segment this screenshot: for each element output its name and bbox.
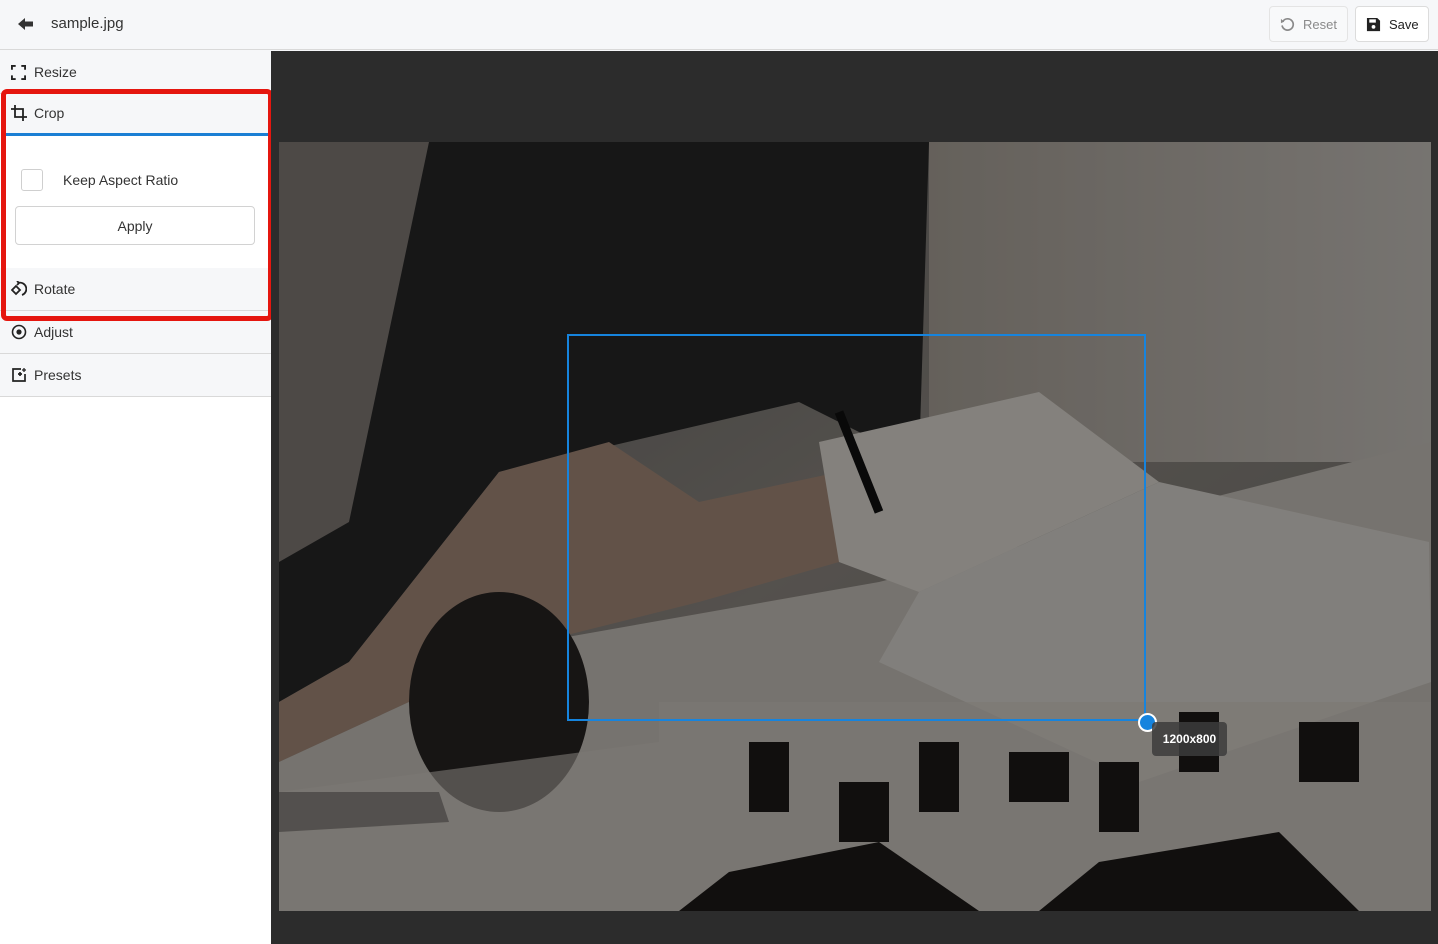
sidebar-item-crop[interactable]: Crop (5, 92, 268, 136)
reset-button[interactable]: Reset (1269, 6, 1348, 42)
sidebar-item-label: Crop (34, 104, 65, 121)
keep-aspect-ratio-label: Keep Aspect Ratio (63, 172, 179, 188)
save-label: Save (1389, 16, 1419, 32)
sidebar-item-label: Resize (34, 64, 77, 80)
floppy-disk-icon (1366, 16, 1381, 32)
file-name: sample.jpg (51, 15, 124, 32)
save-button[interactable]: Save (1355, 6, 1429, 42)
reset-icon (1280, 16, 1295, 32)
rotate-icon (10, 281, 27, 298)
presets-icon (10, 367, 27, 384)
sidebar-item-resize[interactable]: Resize (0, 51, 271, 94)
crop-selection[interactable] (567, 334, 1146, 721)
sidebar-item-label: Rotate (34, 281, 76, 297)
resize-icon (10, 64, 27, 81)
adjust-icon (10, 324, 27, 341)
crop-panel: Crop Keep Aspect Ratio Apply (5, 92, 268, 266)
crop-icon (10, 104, 27, 121)
reset-label: Reset (1303, 16, 1337, 32)
tools-sidebar: Resize Crop Keep Aspect Ratio Apply Rota… (0, 51, 273, 944)
arrow-left-icon (18, 18, 33, 30)
sidebar-item-presets[interactable]: Presets (0, 354, 271, 397)
sidebar-item-label: Presets (34, 367, 82, 383)
sidebar-item-adjust[interactable]: Adjust (0, 311, 271, 354)
keep-aspect-ratio-checkbox[interactable] (21, 169, 43, 191)
back-button[interactable] (14, 14, 38, 34)
sidebar-item-label: Adjust (34, 324, 73, 340)
image-canvas[interactable]: 1200x800 (271, 51, 1438, 944)
crop-size-tooltip: 1200x800 (1152, 722, 1227, 756)
top-bar: sample.jpg Reset Save (0, 0, 1438, 50)
apply-button[interactable]: Apply (15, 206, 255, 245)
sidebar-item-rotate[interactable]: Rotate (0, 268, 271, 311)
